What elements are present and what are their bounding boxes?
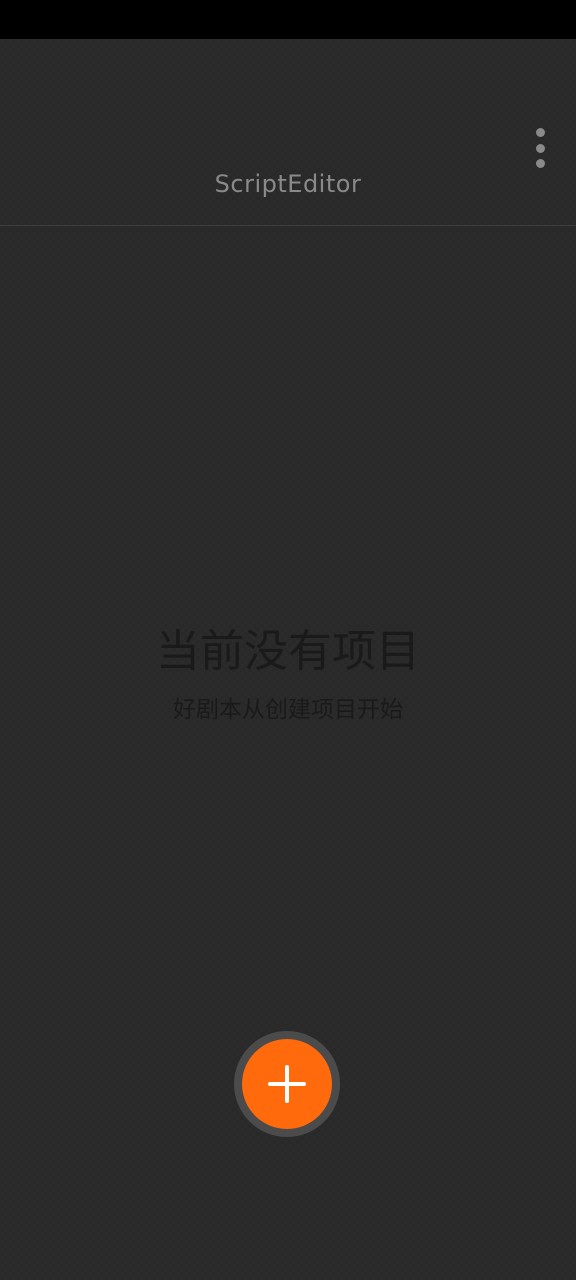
fab-ring xyxy=(234,1031,340,1137)
empty-state-title: 当前没有项目 xyxy=(156,626,420,677)
menu-dot xyxy=(535,143,545,153)
app-title: ScriptEditor xyxy=(214,170,362,198)
app-bar: ScriptEditor xyxy=(0,39,576,226)
empty-state-subtitle: 好剧本从创建项目开始 xyxy=(173,697,403,723)
more-vert-icon[interactable] xyxy=(528,128,552,168)
plus-icon xyxy=(268,1065,306,1103)
add-project-button[interactable] xyxy=(242,1039,332,1129)
empty-state: 当前没有项目 好剧本从创建项目开始 xyxy=(0,624,576,724)
status-bar xyxy=(0,0,576,39)
menu-dot xyxy=(535,159,545,168)
menu-dot xyxy=(535,128,545,137)
app-screen: ScriptEditor 当前没有项目 好剧本从创建项目开始 xyxy=(0,0,576,1280)
